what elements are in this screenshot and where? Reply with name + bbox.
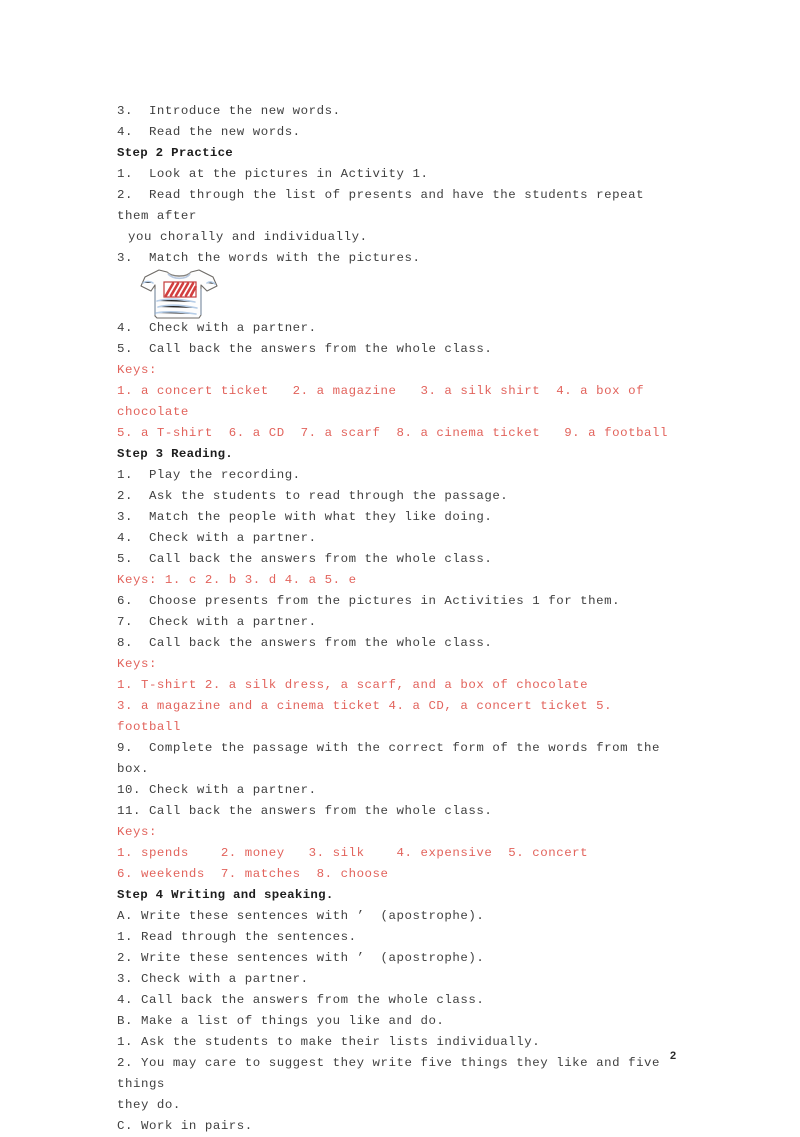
section-heading: Step 3 Reading. (117, 447, 234, 461)
instruction-line: 8. Call back the answers from the whole … (117, 636, 493, 650)
figure-tshirt (117, 269, 673, 319)
instruction-line: you chorally and individually. (128, 230, 368, 244)
instruction-line: 6. Choose presents from the pictures in … (117, 594, 621, 608)
instruction-line: 2. You may care to suggest they write fi… (117, 1056, 669, 1091)
document-page: 3. Introduce the new words. 4. Read the n… (0, 0, 800, 1133)
instruction-line: 1. Ask the students to make their lists … (117, 1035, 541, 1049)
instruction-line: 4. Check with a partner. (117, 531, 317, 545)
instruction-line: 5. Call back the answers from the whole … (117, 552, 493, 566)
instruction-line: 4. Call back the answers from the whole … (117, 993, 485, 1007)
instruction-line: 9. Complete the passage with the correct… (117, 741, 669, 776)
instruction-line: 7. Check with a partner. (117, 615, 317, 629)
t-shirt-icon (140, 269, 218, 319)
instruction-line: 3. Match the words with the pictures. (117, 251, 421, 265)
answer-key-line: Keys: (117, 363, 157, 377)
instruction-line: 1. Look at the pictures in Activity 1. (117, 167, 429, 181)
instruction-line: 3. Introduce the new words. (117, 104, 341, 118)
instruction-line: A. Write these sentences with ’ (apostro… (117, 909, 485, 923)
instruction-line: 2. Write these sentences with ’ (apostro… (117, 951, 485, 965)
instruction-line: 2. Read through the list of presents and… (117, 188, 653, 223)
instruction-line: B. Make a list of things you like and do… (117, 1014, 445, 1028)
answer-key-line: Keys: (117, 825, 157, 839)
answer-key-line: 3. a magazine and a cinema ticket 4. a C… (117, 699, 621, 734)
instruction-line: 3. Check with a partner. (117, 972, 309, 986)
instruction-line: 1. Play the recording. (117, 468, 301, 482)
instruction-line: they do. (117, 1098, 181, 1112)
section-heading: Step 2 Practice (117, 146, 234, 160)
instruction-line: 11. Call back the answers from the whole… (117, 804, 493, 818)
lesson-plan-body: 3. Introduce the new words. 4. Read the n… (117, 101, 673, 1137)
answer-key-line: 6. weekends 7. matches 8. choose (117, 867, 389, 881)
instruction-line: 5. Call back the answers from the whole … (117, 342, 493, 356)
answer-key-line: Keys: (117, 657, 157, 671)
instruction-line: 3. Match the people with what they like … (117, 510, 493, 524)
answer-key-line: Keys: 1. c 2. b 3. d 4. a 5. e (117, 573, 357, 587)
instruction-line: 2. Ask the students to read through the … (117, 489, 509, 503)
instruction-line: 1. Read through the sentences. (117, 930, 357, 944)
answer-key-line: 5. a T-shirt 6. a CD 7. a scarf 8. a cin… (117, 426, 669, 440)
answer-key-line: 1. spends 2. money 3. silk 4. expensive … (117, 846, 589, 860)
answer-key-line: 1. a concert ticket 2. a magazine 3. a s… (117, 384, 653, 419)
section-heading: Step 4 Writing and speaking. (117, 888, 334, 902)
instruction-line: 10. Check with a partner. (117, 783, 317, 797)
instruction-line: C. Work in pairs. (117, 1119, 253, 1133)
answer-key-line: 1. T-shirt 2. a silk dress, a scarf, and… (117, 678, 589, 692)
page-number: 2 (670, 1050, 677, 1062)
instruction-line: 4. Read the new words. (117, 125, 301, 139)
